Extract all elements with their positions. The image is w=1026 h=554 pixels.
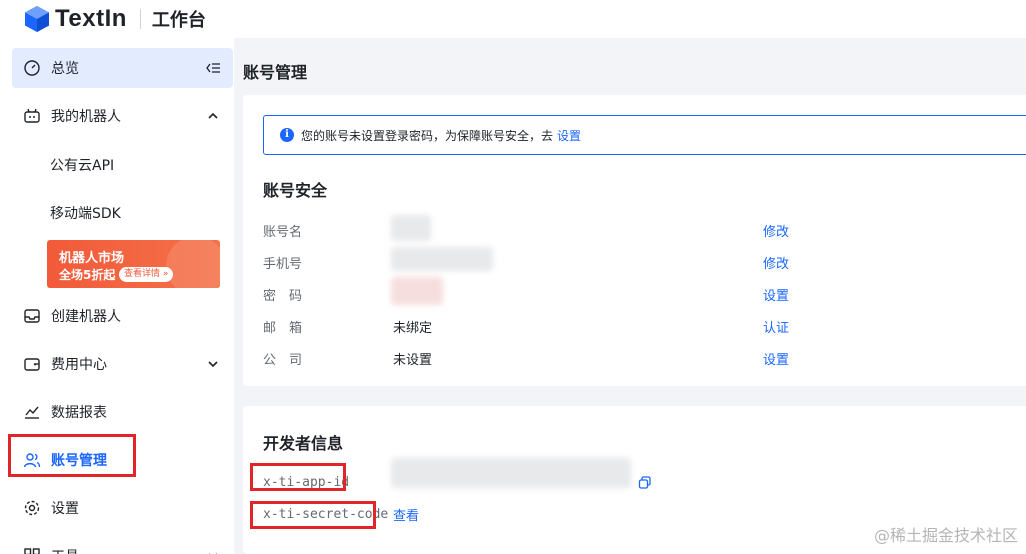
chart-icon [23,403,41,421]
sidebar-item-overview[interactable]: 总览 [12,48,233,88]
sidebar-item-label: 工具 [51,546,79,554]
header-divider [139,9,141,29]
redacted-password [391,277,443,305]
workspace-title: 工作台 [151,10,206,31]
redacted-phone [391,247,493,271]
view-secret-link[interactable]: 查看 [393,505,419,524]
robot-icon [23,107,41,125]
redacted-username [391,215,431,241]
notice-settings-link[interactable]: 设置 [557,127,581,144]
chevron-up-icon[interactable] [205,108,221,124]
info-icon: i [280,128,294,142]
sidebar-item-my-robots[interactable]: 我的机器人 [12,96,233,136]
sidebar-item-billing[interactable]: 费用中心 [12,344,233,384]
dashboard-icon [23,59,41,77]
sidebar-item-reports[interactable]: 数据报表 [12,392,233,432]
textin-logo-icon[interactable] [24,5,50,33]
sidebar: 总览 我的机器人 公有云API 移动端SDK 机器人市场 全场5折起 查看详情 … [0,38,234,554]
sidebar-item-create-robot[interactable]: 创建机器人 [12,296,233,336]
gear-icon [23,499,41,517]
promo-decoration [166,240,220,288]
password-notice-banner: i 您的账号未设置登录密码，为保障账号安全，去 设置 [263,115,1026,155]
sidebar-subitem-mobile-sdk[interactable]: 移动端SDK [50,203,121,223]
row-label-password: 密 码 [263,289,303,304]
edit-phone-link[interactable]: 修改 [763,253,789,272]
sidebar-item-label: 费用中心 [51,357,107,373]
row-label-company: 公 司 [263,353,303,368]
copy-icon[interactable] [638,476,652,490]
sidebar-item-tools[interactable]: 工具 [12,536,233,554]
promo-view-details-button[interactable]: 查看详情 » [119,267,174,282]
chevron-down-icon[interactable] [205,548,221,554]
sidebar-item-label: 创建机器人 [51,309,121,325]
brand-name[interactable]: TextIn [55,5,127,33]
annotation-highlight-secret-code [250,501,376,529]
sidebar-item-settings[interactable]: 设置 [12,488,233,528]
collapse-sidebar-icon[interactable] [205,60,221,76]
robot-market-promo-banner[interactable]: 机器人市场 全场5折起 查看详情 » [47,240,220,288]
set-password-link[interactable]: 设置 [763,285,789,304]
row-label-phone: 手机号 [263,257,303,272]
promo-subtitle: 全场5折起 [59,268,116,282]
account-security-card: i 您的账号未设置登录密码，为保障账号安全，去 设置 账号安全 账号名 修改 手… [243,95,1026,386]
page-title: 账号管理 [243,63,308,82]
watermark: @稀土掘金技术社区 [873,526,1018,545]
sidebar-subitem-public-cloud-api[interactable]: 公有云API [50,155,114,175]
developer-info-title: 开发者信息 [263,434,344,453]
annotation-highlight-app-id [250,463,346,491]
sidebar-item-label: 设置 [51,501,79,517]
top-header: TextIn 工作台 [0,0,1026,38]
sidebar-item-label: 数据报表 [51,405,107,421]
account-security-title: 账号安全 [263,181,328,200]
set-company-link[interactable]: 设置 [763,349,789,368]
grid-icon [23,547,41,554]
row-label-username: 账号名 [263,225,303,240]
sidebar-item-label: 我的机器人 [51,109,121,125]
sidebar-item-label: 总览 [51,61,79,77]
verify-email-link[interactable]: 认证 [763,317,789,336]
redacted-app-id [391,458,631,488]
annotation-highlight-account [8,434,136,477]
inbox-icon [23,307,41,325]
row-label-email: 邮 箱 [263,321,303,336]
email-value: 未绑定 [393,321,433,336]
edit-username-link[interactable]: 修改 [763,221,789,240]
notice-text: 您的账号未设置登录密码，为保障账号安全，去 [301,128,554,143]
promo-title: 机器人市场 [59,251,125,266]
chevron-down-icon[interactable] [205,356,221,372]
company-value: 未设置 [393,353,433,368]
wallet-icon [23,355,41,373]
